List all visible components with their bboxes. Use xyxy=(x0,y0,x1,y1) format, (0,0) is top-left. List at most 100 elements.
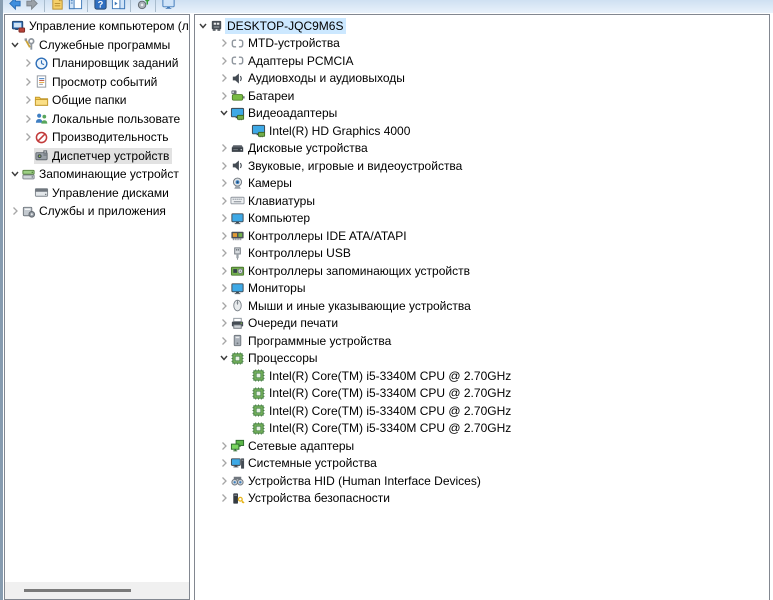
tree-item[interactable]: Камеры xyxy=(195,175,769,193)
chevron-collapsed-icon[interactable] xyxy=(218,317,230,329)
tree-item[interactable]: Intel(R) HD Graphics 4000 xyxy=(195,122,769,140)
tree-item[interactable]: Звуковые, игровые и видеоустройства xyxy=(195,157,769,175)
chevron-collapsed-icon[interactable] xyxy=(218,55,230,67)
audio-icon xyxy=(230,70,245,86)
tree-item[interactable]: Intel(R) Core(TM) i5-3340M CPU @ 2.70GHz xyxy=(195,385,769,403)
chevron-expanded-icon[interactable] xyxy=(218,107,230,119)
tree-item[interactable]: Планировщик заданий xyxy=(5,54,189,73)
tree-item[interactable]: Сетевые адаптеры xyxy=(195,437,769,455)
tree-item[interactable]: Устройства HID (Human Interface Devices) xyxy=(195,472,769,490)
chevron-collapsed-icon[interactable] xyxy=(218,212,230,224)
chevron-collapsed-icon[interactable] xyxy=(218,282,230,294)
chevron-collapsed-icon[interactable] xyxy=(22,94,34,106)
tree-item[interactable]: Компьютер xyxy=(195,210,769,228)
horizontal-scrollbar[interactable] xyxy=(5,582,189,599)
export-list-button[interactable] xyxy=(48,0,66,12)
tree-item[interactable]: Управление компьютером (л xyxy=(5,17,189,36)
chevron-collapsed-icon[interactable] xyxy=(22,57,34,69)
tree-item[interactable]: Устройства безопасности xyxy=(195,490,769,508)
tree-item[interactable]: Локальные пользовате xyxy=(5,110,189,129)
tree-item[interactable]: Мониторы xyxy=(195,280,769,298)
tree-item-label: Просмотр событий xyxy=(52,74,158,89)
tree-item[interactable]: Общие папки xyxy=(5,91,189,110)
chevron-collapsed-icon[interactable] xyxy=(22,113,34,125)
chevron-expanded-icon[interactable] xyxy=(9,168,21,180)
tree-item[interactable]: Запоминающие устройст xyxy=(5,165,189,184)
back-button[interactable] xyxy=(5,0,23,12)
chevron-expanded-icon[interactable] xyxy=(9,39,21,51)
chevron-expanded-icon[interactable] xyxy=(197,20,209,32)
tree-item[interactable]: Аудиовходы и аудиовыходы xyxy=(195,70,769,88)
tree-item[interactable]: Мыши и иные указывающие устройства xyxy=(195,297,769,315)
chevron-collapsed-icon[interactable] xyxy=(218,72,230,84)
usb-icon xyxy=(230,245,245,261)
tree-item-label: Программные устройства xyxy=(248,333,392,348)
scrollbar-thumb[interactable] xyxy=(24,589,131,592)
tree-item-label: Адаптеры PCMCIA xyxy=(248,53,354,68)
tree-item-label: Intel(R) HD Graphics 4000 xyxy=(269,123,411,138)
tree-item-label: Локальные пользовате xyxy=(52,111,181,126)
tree-item-label: Мыши и иные указывающие устройства xyxy=(248,298,471,313)
forward-button[interactable] xyxy=(23,0,41,12)
tree-item[interactable]: Intel(R) Core(TM) i5-3340M CPU @ 2.70GHz xyxy=(195,402,769,420)
tree-item[interactable]: Адаптеры PCMCIA xyxy=(195,52,769,70)
help-button[interactable]: ? xyxy=(91,0,109,12)
chevron-collapsed-icon[interactable] xyxy=(218,475,230,487)
chevron-collapsed-icon[interactable] xyxy=(218,492,230,504)
tree-item[interactable]: Контроллеры запоминающих устройств xyxy=(195,262,769,280)
chevron-collapsed-icon[interactable] xyxy=(218,457,230,469)
chevron-collapsed-icon[interactable] xyxy=(218,247,230,259)
tree-item[interactable]: Диспетчер устройств xyxy=(5,147,189,166)
chevron-collapsed-icon[interactable] xyxy=(218,195,230,207)
chevron-slot xyxy=(22,150,34,162)
chevron-collapsed-icon[interactable] xyxy=(218,230,230,242)
tree-item[interactable]: Клавиатуры xyxy=(195,192,769,210)
chevron-collapsed-icon[interactable] xyxy=(9,205,21,217)
tree-item[interactable]: Управление дисками xyxy=(5,184,189,203)
task-scheduler-icon xyxy=(34,55,49,71)
tree-item[interactable]: Очереди печати xyxy=(195,315,769,333)
chevron-collapsed-icon[interactable] xyxy=(218,440,230,452)
tree-item[interactable]: MTD-устройства xyxy=(195,35,769,53)
chevron-collapsed-icon[interactable] xyxy=(218,90,230,102)
tree-item[interactable]: Процессоры xyxy=(195,350,769,368)
chevron-collapsed-icon[interactable] xyxy=(218,177,230,189)
chevron-collapsed-icon[interactable] xyxy=(218,300,230,312)
tree-item[interactable]: Программные устройства xyxy=(195,332,769,350)
tree-item-label: DESKTOP-JQC9M6S xyxy=(225,17,347,34)
chevron-collapsed-icon[interactable] xyxy=(22,131,34,143)
chevron-collapsed-icon[interactable] xyxy=(22,76,34,88)
tree-item[interactable]: Системные устройства xyxy=(195,455,769,473)
back-icon xyxy=(7,0,22,12)
chevron-collapsed-icon[interactable] xyxy=(218,335,230,347)
security-device-icon xyxy=(230,490,245,506)
tree-item[interactable]: Контроллеры IDE ATA/ATAPI xyxy=(195,227,769,245)
tree-item[interactable]: Батареи xyxy=(195,87,769,105)
tree-item[interactable]: DESKTOP-JQC9M6S xyxy=(195,17,769,35)
tree-item[interactable]: Производительность xyxy=(5,128,189,147)
tree-item[interactable]: Видеоадаптеры xyxy=(195,105,769,123)
chevron-collapsed-icon[interactable] xyxy=(218,142,230,154)
tree-item[interactable]: Просмотр событий xyxy=(5,73,189,92)
chevron-collapsed-icon[interactable] xyxy=(218,160,230,172)
tree-item-label: Запоминающие устройст xyxy=(39,167,179,182)
tree-item[interactable]: Служебные программы xyxy=(5,36,189,55)
tree-item-label: Очереди печати xyxy=(248,316,339,331)
disk-drive-icon xyxy=(230,140,245,156)
show-console-tree-button[interactable] xyxy=(66,0,84,12)
show-action-pane-button[interactable] xyxy=(109,0,127,12)
tree-item[interactable]: Intel(R) Core(TM) i5-3340M CPU @ 2.70GHz xyxy=(195,367,769,385)
scan-hardware-changes-button[interactable] xyxy=(134,0,152,12)
shared-folders-icon xyxy=(34,92,49,108)
tree-item[interactable]: Intel(R) Core(TM) i5-3340M CPU @ 2.70GHz xyxy=(195,420,769,438)
chevron-collapsed-icon[interactable] xyxy=(218,265,230,277)
card-icon xyxy=(230,53,245,69)
tree-item-label: Intel(R) Core(TM) i5-3340M CPU @ 2.70GHz xyxy=(269,421,512,436)
chevron-collapsed-icon[interactable] xyxy=(218,37,230,49)
tree-item[interactable]: Службы и приложения xyxy=(5,202,189,221)
tree-item-label: Intel(R) Core(TM) i5-3340M CPU @ 2.70GHz xyxy=(269,368,512,383)
chevron-expanded-icon[interactable] xyxy=(218,352,230,364)
tree-item[interactable]: Дисковые устройства xyxy=(195,140,769,158)
remote-computer-button[interactable] xyxy=(159,0,177,12)
tree-item[interactable]: Контроллеры USB xyxy=(195,245,769,263)
